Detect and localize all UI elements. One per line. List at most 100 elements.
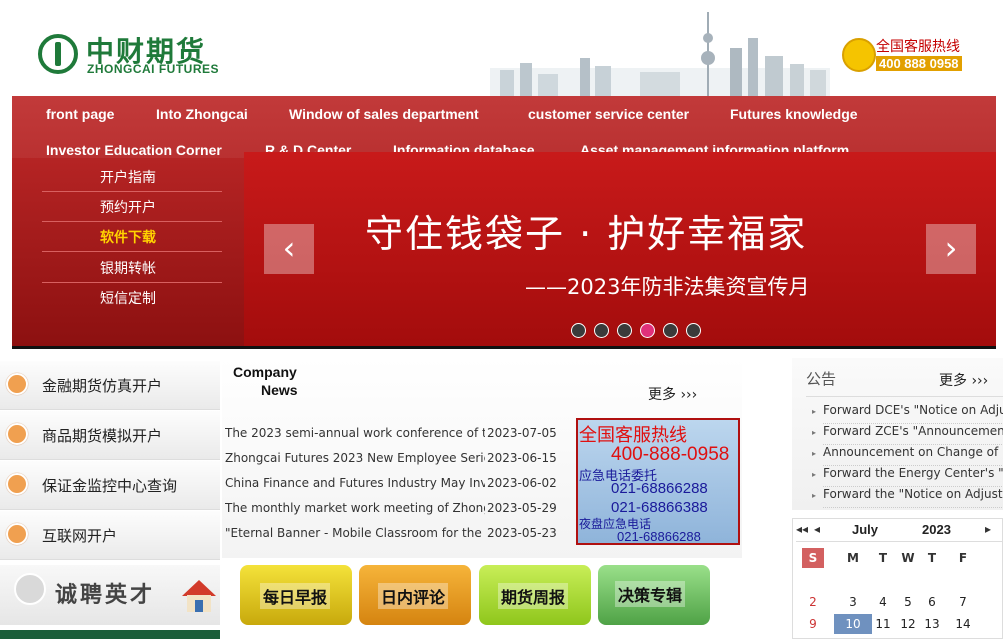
house-icon (182, 580, 216, 612)
logo-icon[interactable] (38, 34, 78, 74)
nav-front-page[interactable]: front page (46, 106, 114, 122)
customer-service-icon (842, 38, 876, 72)
slide-dot[interactable] (617, 323, 632, 338)
calendar-day[interactable]: 4 (872, 592, 894, 612)
slide-dot[interactable] (686, 323, 701, 338)
calendar-day[interactable]: 6 (921, 592, 943, 612)
service-label: 保证金监控中心查询 (42, 477, 178, 495)
news-item[interactable]: Zhongcai Futures 2023 New Employee Serie… (225, 451, 557, 471)
news-date: 2023-05-23 (487, 526, 557, 540)
service-bullet-icon (6, 423, 28, 445)
notice-bullet-icon: ▸ (812, 470, 817, 479)
news-headline[interactable]: The 2023 semi-annual work conference of … (225, 426, 485, 440)
notice-divider (806, 396, 1003, 397)
notice-item[interactable]: Forward the Energy Center's "N (823, 466, 1003, 487)
prev-month-icon[interactable]: ◂ (814, 522, 820, 536)
hotline-label: 全国客服热线 (876, 39, 960, 55)
notice-item[interactable]: Forward DCE's "Notice on Adju (823, 403, 1003, 424)
service-label: 商品期货模拟开户 (42, 427, 163, 445)
weekday-mon: M (847, 551, 859, 565)
calendar-day[interactable]: 2 (802, 592, 824, 612)
nav-customer-service[interactable]: customer service center (528, 106, 689, 122)
news-item[interactable]: "Eternal Banner - Mobile Classroom for t… (225, 526, 557, 546)
calendar-day[interactable]: 5 (897, 592, 919, 612)
menu-bank-transfer[interactable]: 银期转帐 (12, 258, 244, 278)
notice-title: 公告 (806, 370, 837, 388)
service-bullet-icon (6, 523, 28, 545)
news-more-link[interactable]: 更多 ››› (648, 384, 697, 404)
recruit-label: 诚聘英才 (55, 583, 156, 608)
slide-dot[interactable] (663, 323, 678, 338)
ad-emergency-phone-1: 021-68866288 (611, 480, 708, 497)
news-title-line1: Company (233, 364, 297, 380)
decision-album-label: 决策专辑 (615, 581, 686, 607)
service-financial-simulation[interactable]: 金融期货仿真开户 (0, 361, 220, 410)
service-bullet-icon (6, 373, 28, 395)
nav-into-zhongcai[interactable]: Into Zhongcai (156, 106, 248, 122)
calendar-day[interactable]: 3 (842, 592, 864, 612)
notice-item[interactable]: Forward ZCE's "Announcemen (823, 424, 1003, 445)
menu-divider (42, 191, 222, 192)
banner-prev-icon[interactable]: ‹ (264, 224, 314, 274)
service-commodity-simulation[interactable]: 商品期货模拟开户 (0, 411, 220, 460)
news-headline[interactable]: Zhongcai Futures 2023 New Employee Serie… (225, 451, 485, 465)
notice-item[interactable]: Announcement on Change of (823, 445, 1003, 466)
weekday-thu: T (927, 551, 937, 565)
weekday-wed: W (901, 551, 915, 565)
menu-software-download[interactable]: 软件下载 (12, 227, 244, 247)
bottom-green-strip (0, 630, 220, 639)
service-bullet-icon (6, 473, 28, 495)
calendar-day[interactable]: 13 (921, 614, 943, 634)
nav-futures-knowledge[interactable]: Futures knowledge (730, 106, 858, 122)
logo-english-name[interactable]: ZHONGCAI FUTURES (87, 62, 219, 76)
slide-dot[interactable] (594, 323, 609, 338)
calendar-day[interactable]: 11 (872, 614, 894, 634)
ad-night-phone: 021-68866288 (617, 529, 701, 544)
calendar-month[interactable]: July (852, 522, 878, 537)
next-month-icon[interactable]: ▸ (985, 522, 991, 536)
service-internet-account[interactable]: 互联网开户 (0, 511, 220, 560)
city-skyline-image (490, 12, 830, 96)
nav-investor-education[interactable]: Investor Education Corner (46, 142, 222, 158)
menu-sms-subscribe[interactable]: 短信定制 (12, 288, 244, 308)
slide-dot-active[interactable] (640, 323, 655, 338)
news-date: 2023-06-15 (487, 451, 557, 465)
calendar-day[interactable]: 9 (802, 614, 824, 634)
nav-sales-department[interactable]: Window of sales department (289, 106, 479, 122)
news-title-line2: News (261, 382, 298, 398)
intraday-commentary-label: 日内评论 (378, 583, 449, 609)
news-date: 2023-06-02 (487, 476, 557, 490)
notice-bullet-icon: ▸ (812, 428, 817, 437)
news-headline[interactable]: The monthly market work meeting of Zhong… (225, 501, 485, 515)
notice-bullet-icon: ▸ (812, 491, 817, 500)
notice-item[interactable]: Forward the "Notice on Adjust (823, 487, 1003, 508)
news-date: 2023-07-05 (487, 426, 557, 440)
notice-more-link[interactable]: 更多 ››› (939, 370, 988, 390)
service-label: 互联网开户 (42, 527, 118, 545)
slide-dot[interactable] (571, 323, 586, 338)
menu-divider (42, 221, 222, 222)
banner-next-icon[interactable]: › (926, 224, 976, 274)
weekday-sun: S (802, 548, 824, 568)
news-headline[interactable]: China Finance and Futures Industry May I… (225, 476, 485, 490)
service-margin-monitor[interactable]: 保证金监控中心查询 (0, 461, 220, 510)
company-news-title: Company News (233, 363, 298, 399)
banner-title: 守住钱袋子 · 护好幸福家 (365, 212, 808, 256)
calendar-day[interactable]: 7 (952, 592, 974, 612)
calendar-day-today[interactable]: 10 (834, 614, 872, 634)
news-item[interactable]: The monthly market work meeting of Zhong… (225, 501, 557, 521)
calendar-year[interactable]: 2023 (922, 522, 951, 537)
news-item[interactable]: The 2023 semi-annual work conference of … (225, 426, 557, 446)
daily-morning-report-label: 每日早报 (260, 583, 331, 609)
calendar-day[interactable]: 12 (897, 614, 919, 634)
service-label: 金融期货仿真开户 (42, 377, 163, 395)
news-headline[interactable]: "Eternal Banner - Mobile Classroom for t… (225, 526, 485, 540)
prev-year-icon[interactable]: ◂◂ (796, 522, 808, 536)
banner-subtitle: ——2023年防非法集资宣传月 (525, 275, 810, 299)
menu-account-guide[interactable]: 开户指南 (12, 167, 244, 187)
menu-appointment-account[interactable]: 预约开户 (12, 197, 244, 217)
news-item[interactable]: China Finance and Futures Industry May I… (225, 476, 557, 496)
calendar-day[interactable]: 14 (952, 614, 974, 634)
ad-hotline-number: 400-888-0958 (611, 444, 730, 465)
menu-divider (42, 251, 222, 252)
